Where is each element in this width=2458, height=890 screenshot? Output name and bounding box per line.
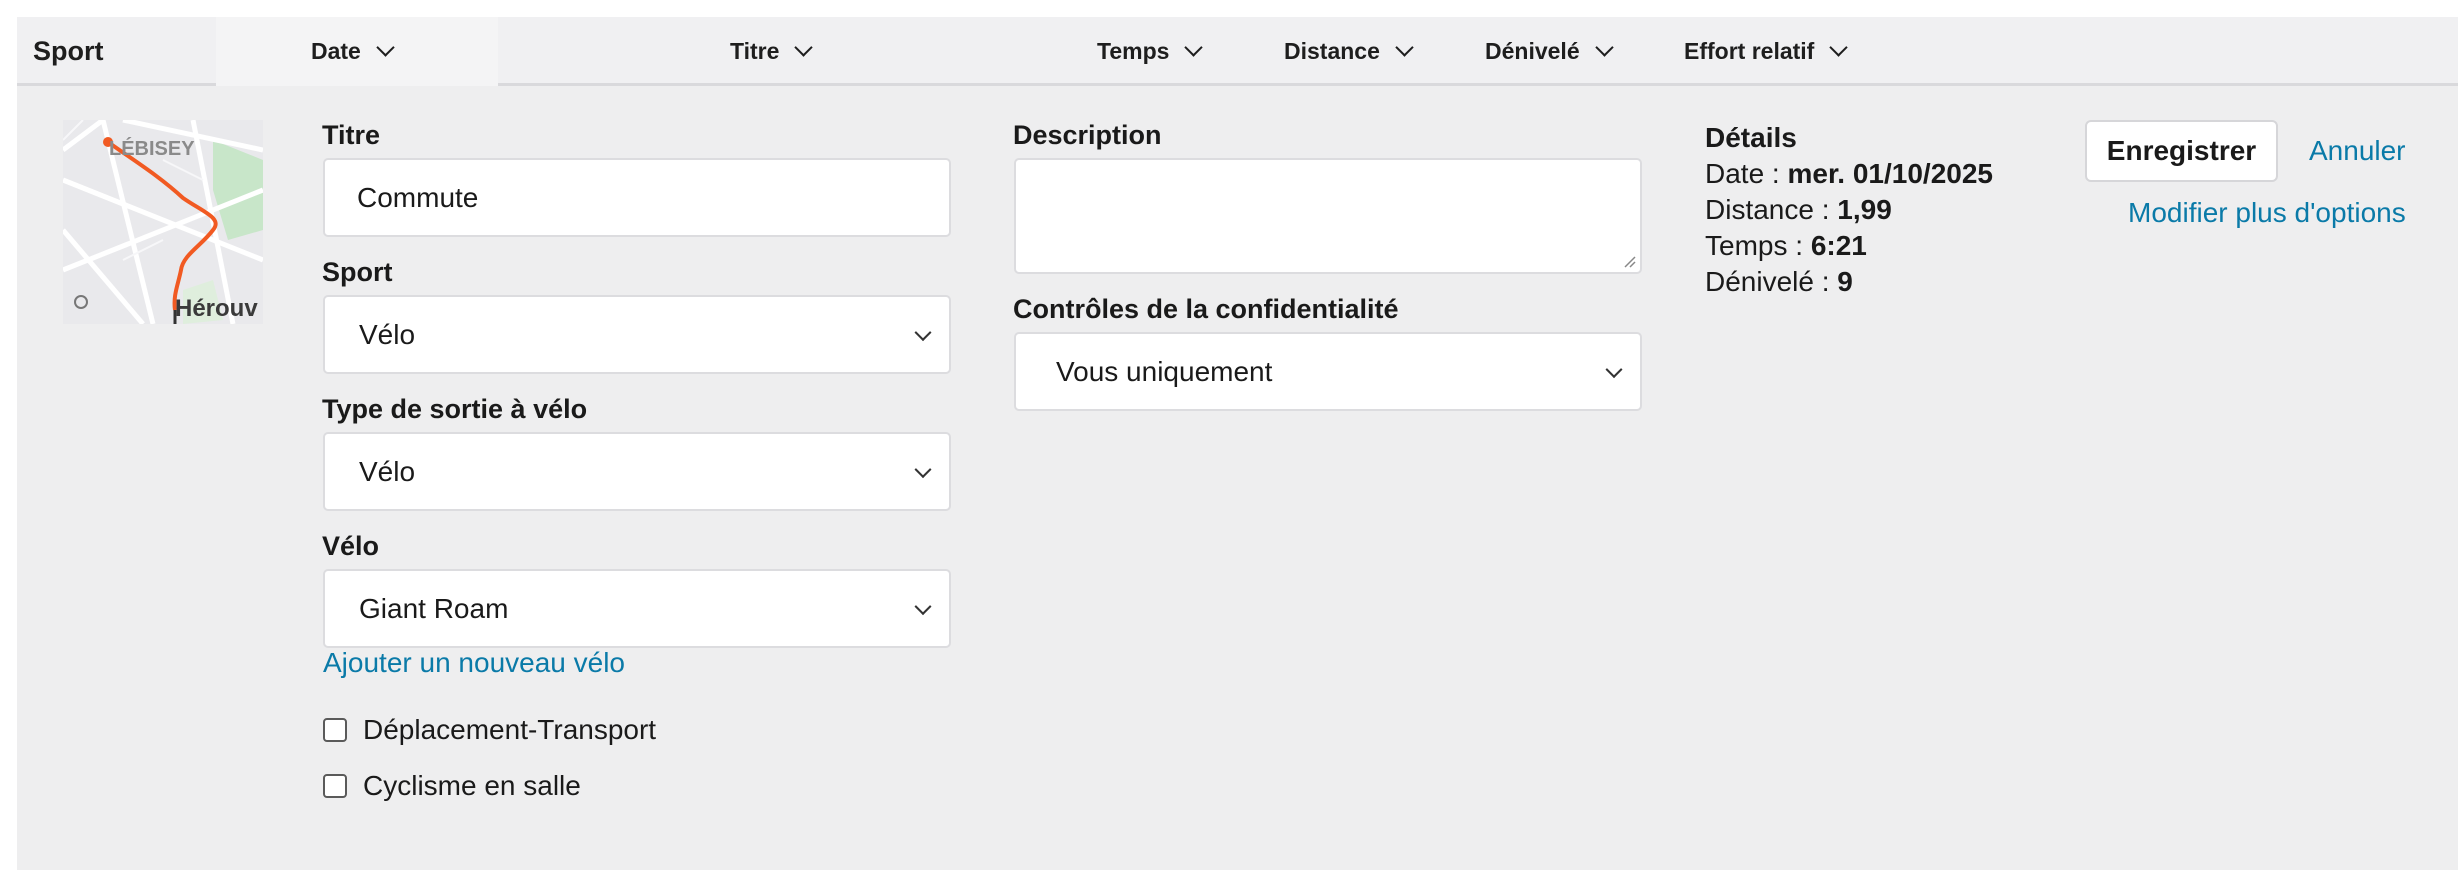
column-sport[interactable]: Sport: [33, 17, 104, 86]
chevron-down-icon: [1395, 38, 1414, 57]
column-denivele-label: Dénivelé: [1485, 38, 1580, 64]
details-date: Date : mer. 01/10/2025: [1705, 156, 1993, 192]
chevron-down-icon: [1594, 38, 1614, 57]
details-heading: Détails: [1705, 122, 1797, 153]
sport-select-value: Vélo: [359, 318, 416, 350]
chevron-down-icon: [914, 597, 932, 615]
column-effort-relatif[interactable]: Effort relatif: [1684, 17, 1849, 86]
activity-edit-panel: Sport Date Titre Temps Distance Dénivelé…: [17, 17, 2458, 870]
resize-handle-icon[interactable]: [1622, 254, 1636, 268]
type-sortie-label: Type de sortie à vélo: [322, 394, 588, 424]
commute-checkbox[interactable]: [323, 718, 347, 742]
chevron-down-icon: [914, 323, 932, 341]
column-date[interactable]: Date: [311, 17, 395, 86]
indoor-checkbox-row[interactable]: Cyclisme en salle: [323, 770, 581, 802]
velo-select[interactable]: Giant Roam: [323, 569, 951, 648]
column-distance[interactable]: Distance: [1284, 17, 1414, 86]
map-label-herouville: Hérouv: [175, 295, 258, 322]
cancel-link[interactable]: Annuler: [2309, 135, 2406, 167]
column-sport-label: Sport: [33, 36, 104, 66]
details-date-label: Date :: [1705, 158, 1788, 189]
column-date-label: Date: [311, 38, 361, 64]
more-options-link[interactable]: Modifier plus d'options: [2128, 197, 2406, 229]
details-denivele-label: Dénivelé :: [1705, 266, 1838, 297]
privacy-label: Contrôles de la confidentialité: [1013, 294, 1399, 324]
commute-checkbox-row[interactable]: Déplacement-Transport: [323, 714, 656, 746]
save-button[interactable]: Enregistrer: [2085, 120, 2278, 182]
details-date-value: mer. 01/10/2025: [1787, 158, 1993, 189]
details-temps: Temps : 6:21: [1705, 228, 1993, 264]
details-distance-value: 1,99: [1837, 194, 1892, 225]
sport-select[interactable]: Vélo: [323, 295, 951, 374]
sport-label: Sport: [322, 257, 393, 287]
type-sortie-select[interactable]: Vélo: [323, 432, 951, 511]
chevron-down-icon: [1184, 38, 1204, 57]
details-temps-label: Temps :: [1705, 230, 1811, 261]
indoor-checkbox-label: Cyclisme en salle: [363, 770, 581, 801]
chevron-down-icon: [1605, 360, 1623, 378]
chevron-down-icon: [376, 38, 395, 57]
table-header: Sport Date Titre Temps Distance Dénivelé…: [17, 17, 2458, 86]
titre-label: Titre: [322, 120, 381, 150]
commute-checkbox-label: Déplacement-Transport: [363, 714, 657, 745]
details-denivele-value: 9: [1837, 266, 1853, 297]
details-denivele: Dénivelé : 9: [1705, 264, 1993, 300]
titre-input-value: Commute: [357, 181, 479, 213]
titre-input[interactable]: Commute: [323, 158, 951, 237]
column-effort-label: Effort relatif: [1684, 38, 1815, 64]
chevron-down-icon: [1829, 38, 1849, 57]
details-distance: Distance : 1,99: [1705, 192, 1993, 228]
column-temps-label: Temps: [1097, 38, 1170, 64]
route-map-thumbnail[interactable]: LÉBISEY Hérouv: [63, 120, 263, 324]
chevron-down-icon: [914, 460, 932, 478]
type-sortie-select-value: Vélo: [359, 455, 416, 487]
column-temps[interactable]: Temps: [1097, 17, 1204, 86]
route-map-svg: LÉBISEY Hérouv: [63, 120, 263, 324]
velo-label: Vélo: [322, 531, 380, 561]
privacy-select-value: Vous uniquement: [1056, 355, 1273, 387]
velo-select-value: Giant Roam: [359, 592, 509, 624]
chevron-down-icon: [794, 38, 814, 57]
map-label-lebisey: LÉBISEY: [109, 137, 195, 160]
column-titre-label: Titre: [730, 38, 780, 64]
description-label: Description: [1013, 120, 1162, 150]
details-distance-label: Distance :: [1705, 194, 1838, 225]
column-distance-label: Distance: [1284, 38, 1380, 64]
description-textarea[interactable]: [1014, 158, 1642, 274]
column-titre[interactable]: Titre: [730, 17, 814, 86]
column-denivele[interactable]: Dénivelé: [1485, 17, 1614, 86]
activity-details: Détails Date : mer. 01/10/2025 Distance …: [1705, 120, 1993, 300]
privacy-select[interactable]: Vous uniquement: [1014, 332, 1642, 411]
add-bike-link[interactable]: Ajouter un nouveau vélo: [323, 647, 625, 679]
indoor-checkbox[interactable]: [323, 774, 347, 798]
details-temps-value: 6:21: [1810, 230, 1867, 261]
